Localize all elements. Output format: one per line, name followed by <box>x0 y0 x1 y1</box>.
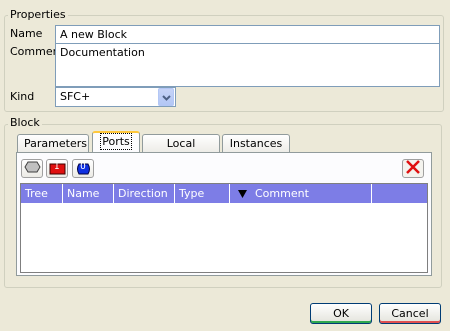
ok-button[interactable]: OK <box>310 303 372 324</box>
tab-instances[interactable]: Instances <box>222 134 290 153</box>
tab-parameters[interactable]: Parameters <box>17 134 89 153</box>
sort-descending-icon <box>238 185 247 204</box>
chevron-down-icon <box>161 91 171 104</box>
ports-table[interactable]: Tree Name Direction Type Comment <box>20 183 428 273</box>
properties-group-title: Properties <box>8 8 68 21</box>
input-port-icon: I <box>49 161 66 175</box>
tab-ports[interactable]: Ports <box>92 131 140 152</box>
tab-instances-label: Instances <box>229 137 283 150</box>
kind-label: Kind <box>10 90 35 103</box>
input-port-label: I <box>54 161 60 172</box>
kind-dropdown-button[interactable] <box>158 88 174 106</box>
column-header-name[interactable]: Name <box>63 184 114 203</box>
column-header-tree[interactable]: Tree <box>21 184 63 203</box>
connector-icon <box>23 161 41 176</box>
column-header-type[interactable]: Type <box>175 184 230 203</box>
column-header-comment[interactable]: Comment <box>230 184 372 203</box>
column-header-direction[interactable]: Direction <box>114 184 175 203</box>
name-field[interactable]: A new Block <box>55 25 440 44</box>
add-input-port-button[interactable]: I <box>46 159 68 178</box>
output-port-label: O <box>80 161 86 172</box>
tab-ports-label: Ports <box>100 133 132 150</box>
column-header-filler <box>372 184 427 203</box>
name-label: Name <box>10 27 43 40</box>
output-port-icon: O <box>75 161 92 175</box>
add-output-port-button[interactable]: O <box>72 159 94 178</box>
delete-port-button[interactable] <box>402 159 424 178</box>
tab-local-signals[interactable]: Local Signals <box>142 134 220 168</box>
delete-icon <box>406 160 420 177</box>
block-group-title: Block <box>8 116 42 129</box>
column-header-comment-label: Comment <box>255 187 309 200</box>
add-connector-button[interactable] <box>21 159 43 178</box>
cancel-button[interactable]: Cancel <box>379 303 441 324</box>
comment-field[interactable]: Documentation <box>55 43 440 87</box>
tab-parameters-label: Parameters <box>24 137 87 150</box>
